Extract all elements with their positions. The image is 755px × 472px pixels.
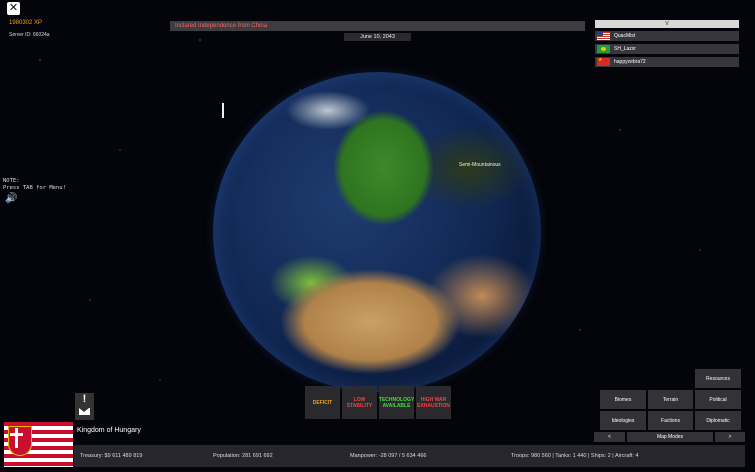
status-low-stability[interactable]: LOW STABILITY [342,386,377,419]
status-label: LOW STABILITY [346,396,373,409]
terrain-button[interactable]: Terrain [648,390,693,409]
game-date: June 10, 2043 [344,33,411,41]
exclamation-icon: ! [82,393,87,405]
status-alerts: DEFICIT LOW STABILITY TECHNOLOGY AVAILAB… [305,386,451,419]
map-mode-next-button[interactable]: > [715,432,745,442]
manpower-stat: Manpower: -28 097 / 5 634 466 [350,453,427,459]
world-globe-map[interactable] [213,72,541,392]
mail-icon [79,408,90,415]
player-row[interactable]: SH_Lazxr [595,44,739,54]
server-id: Server ID: 66024a [9,32,50,38]
player-row[interactable]: happyzebra72 [595,57,739,67]
population-stat: Population: 281 691 692 [213,453,273,459]
map-modes-label: Map Modes [627,432,713,442]
status-label: DEFICIT [312,399,333,406]
close-button[interactable]: ✕ [7,2,20,15]
xp-counter: 1980302 XP [9,20,43,26]
notification-bar: Inclared Independence from China [170,21,585,31]
player-name: QuacMist [614,33,636,39]
ideologies-button[interactable]: Ideologies [600,411,646,430]
factions-button[interactable]: Factions [648,411,693,430]
event-alert-button[interactable]: ! [75,393,94,420]
stats-bar: Treasury: $9 611 489 819 Population: 281… [74,445,745,467]
treasury-stat: Treasury: $9 611 489 819 [80,453,143,459]
us-flag-icon [597,32,610,40]
political-button[interactable]: Political [695,390,741,409]
china-flag-icon [597,57,610,66]
status-deficit[interactable]: DEFICIT [305,386,340,419]
country-name: Kingdom of Hungary [77,427,141,434]
brazil-flag-icon [597,45,610,53]
status-technology-available[interactable]: TECHNOLOGY AVAILABLE [379,386,414,419]
player-name: SH_Lazxr [614,46,636,52]
region-terrain-label: Semi-Mountainous [459,162,501,168]
player-name: happyzebra72 [614,59,646,65]
speaker-icon[interactable]: 🔊 [5,193,17,204]
hungary-flag-icon[interactable] [4,422,73,467]
biomes-button[interactable]: Biomes [600,390,646,409]
menu-hint: NOTE: Press TAB for Menu! [3,178,66,191]
player-list: V QuacMist SH_Lazxr happyzebra72 [595,20,739,67]
text-cursor-icon [222,103,224,118]
resources-button[interactable]: Resources [695,369,741,388]
status-label: HIGH WAR EXHAUSTION [417,396,450,409]
military-stat: Troops: 980 560 | Tanks: 1 440 | Ships: … [511,453,639,459]
player-row[interactable]: QuacMist [595,31,739,41]
diplomatic-button[interactable]: Diplomatic [695,411,741,430]
player-list-toggle[interactable]: V [595,20,739,28]
map-mode-prev-button[interactable]: < [594,432,625,442]
status-label: TECHNOLOGY AVAILABLE [378,396,415,409]
status-war-exhaustion[interactable]: HIGH WAR EXHAUSTION [416,386,451,419]
